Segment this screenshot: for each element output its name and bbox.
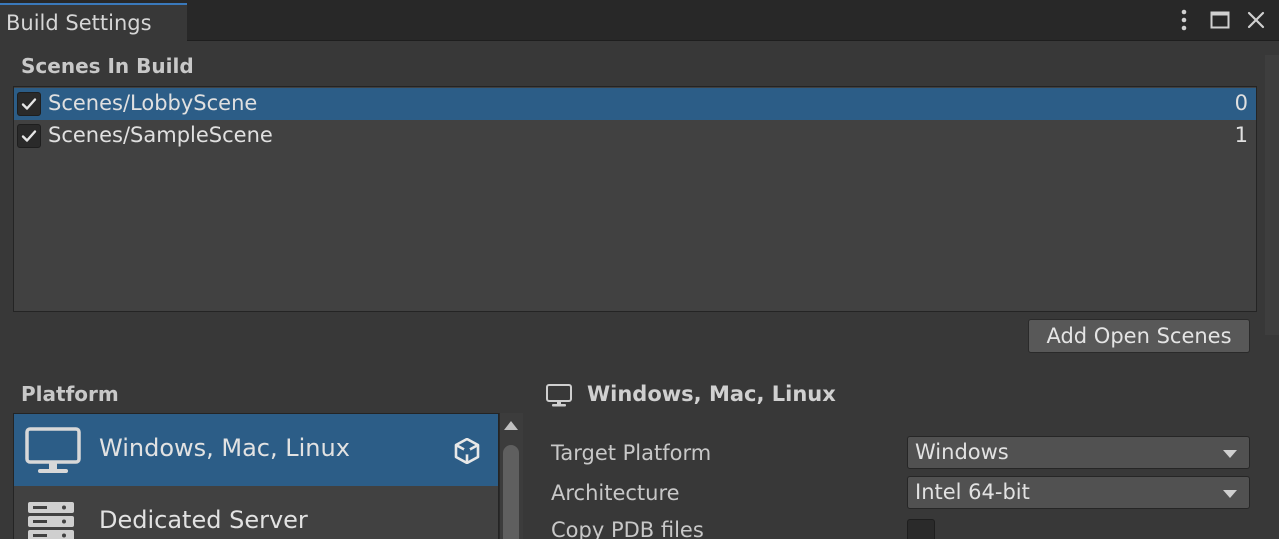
dropdown-value: Windows <box>915 440 1009 464</box>
server-icon <box>28 502 74 539</box>
build-settings-window: Build Settings Scenes In Build Scenes/Lo… <box>0 0 1279 539</box>
add-open-scenes-button[interactable]: Add Open Scenes <box>1028 319 1250 353</box>
platform-label: Dedicated Server <box>99 506 308 534</box>
architecture-label: Architecture <box>551 481 680 505</box>
monitor-icon <box>546 384 572 407</box>
platform-item-dedicated-server[interactable]: Dedicated Server <box>14 486 498 539</box>
window-scrollbar[interactable] <box>1265 55 1279 335</box>
scene-include-checkbox[interactable] <box>17 92 41 116</box>
monitor-icon <box>25 427 81 473</box>
checkmark-icon <box>21 98 37 110</box>
platform-header: Platform <box>21 382 119 406</box>
settings-title: Windows, Mac, Linux <box>587 382 836 406</box>
maximize-button[interactable] <box>1209 9 1231 31</box>
dropdown-arrow-icon <box>1223 450 1237 458</box>
dropdown-arrow-icon <box>1223 490 1237 498</box>
scroll-thumb[interactable] <box>503 445 519 539</box>
scroll-up-arrow-icon[interactable] <box>504 421 518 430</box>
platform-label: Windows, Mac, Linux <box>99 434 350 462</box>
scene-index: 0 <box>1234 91 1248 115</box>
scene-name: Scenes/LobbyScene <box>48 91 258 115</box>
kebab-menu-icon <box>1181 9 1187 31</box>
platform-item-windows-mac-linux[interactable]: Windows, Mac, Linux <box>14 414 498 486</box>
title-bar: Build Settings <box>0 0 1279 41</box>
scene-index: 1 <box>1234 123 1248 147</box>
copy-pdb-files-label: Copy PDB files <box>551 518 704 539</box>
more-options-button[interactable] <box>1173 9 1195 31</box>
maximize-icon <box>1210 11 1230 29</box>
target-platform-dropdown[interactable]: Windows <box>907 436 1250 469</box>
scene-include-checkbox[interactable] <box>17 124 41 148</box>
close-button[interactable] <box>1245 9 1267 31</box>
target-platform-label: Target Platform <box>551 441 712 465</box>
architecture-dropdown[interactable]: Intel 64-bit <box>907 476 1250 509</box>
platform-list-scrollbar[interactable] <box>499 413 523 539</box>
unity-logo-icon <box>454 438 480 464</box>
tab-title: Build Settings <box>6 11 152 35</box>
build-settings-tab[interactable]: Build Settings <box>0 3 187 41</box>
scene-row[interactable]: Scenes/SampleScene 1 <box>14 120 1256 152</box>
dropdown-value: Intel 64-bit <box>915 480 1030 504</box>
window-controls <box>1173 8 1267 32</box>
scenes-in-build-header: Scenes In Build <box>21 54 194 78</box>
close-icon <box>1247 11 1265 29</box>
platform-list[interactable]: Windows, Mac, Linux Dedicated Server <box>13 413 499 539</box>
scene-name: Scenes/SampleScene <box>48 123 273 147</box>
copy-pdb-files-checkbox[interactable] <box>907 519 935 539</box>
checkmark-icon <box>21 130 37 142</box>
scene-row[interactable]: Scenes/LobbyScene 0 <box>14 88 1256 120</box>
scenes-list[interactable]: Scenes/LobbyScene 0 Scenes/SampleScene 1 <box>13 86 1257 312</box>
